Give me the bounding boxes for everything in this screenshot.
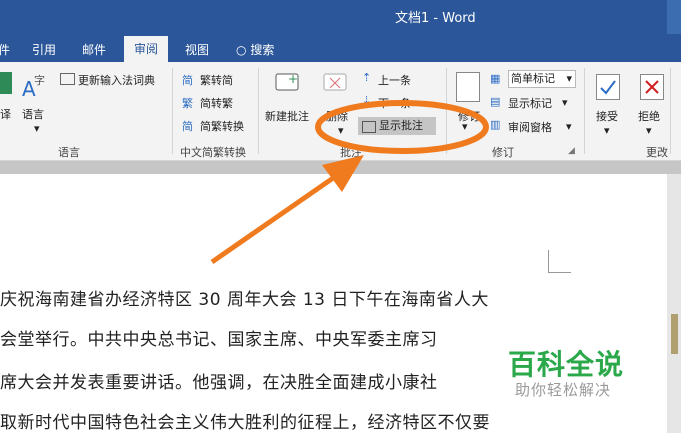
scrollbar-thumb[interactable] [671,314,678,354]
accept-icon [596,74,620,100]
separator [584,68,585,154]
title-bar: 文档1 - Word [0,0,681,34]
show-comments-label: 显示批注 [379,119,423,132]
vertical-scrollbar[interactable] [667,174,681,433]
previous-comment-icon: ⇡ [362,71,372,84]
new-comment-button[interactable]: 新建批注 [265,108,309,124]
track-changes-icon [456,72,480,102]
show-comments-button[interactable]: 显示批注 [358,117,436,135]
display-for-review-icon: ▦ [490,72,501,85]
document-line: 会堂举行。中共中央总书记、国家主席、中央军委主席习 [0,330,438,350]
document-line: 取新时代中国特色社会主义伟大胜利的征程上，经济特区不仅要 [0,413,490,433]
display-for-review-select[interactable]: 简单标记 ▾ [508,70,576,88]
traditional-to-simplified-button[interactable]: 繁转简 [200,72,233,88]
show-markup-icon: ▤ [490,95,501,108]
chinese-conversion-button[interactable]: 简繁转换 [200,118,244,134]
watermark-brand: 百科全说 [508,348,625,381]
simplified-to-traditional-icon: 繁 [182,97,193,110]
window-title: 文档1 - Word [395,11,476,26]
update-ime-dictionary[interactable]: 更新输入法词典 [78,72,155,88]
document-line: 席大会并发表重要讲话。他强调，在决胜全面建成小康社 [0,373,438,393]
document-line: 庆祝海南建省办经济特区 30 周年大会 13 日下午在海南省人大 [0,290,489,310]
margin-corner-mark [548,250,571,273]
show-comments-icon [362,121,376,133]
accept-dropdown-icon[interactable]: ▾ [604,124,610,137]
language-dropdown-icon[interactable]: ▾ [34,122,40,135]
chevron-down-icon: ▾ [566,72,572,85]
tab-review[interactable]: 审阅 [124,36,169,62]
language-icon[interactable]: A字 [20,70,50,101]
lightbulb-icon: ○ [236,43,247,57]
tell-me-search[interactable]: ○ 搜索 [236,41,274,58]
show-markup-button[interactable]: 显示标记 [508,95,552,111]
translate-label[interactable]: 译 [0,106,11,122]
watermark-slogan: 助你轻松解决 [515,381,612,399]
ribbon-tabs: 件 引用 邮件 审阅 视图 ○ 搜索 [0,34,681,62]
reviewing-pane-icon: ▥ [490,118,501,131]
svg-text:字: 字 [34,73,45,87]
next-comment-icon: ⇣ [362,94,372,107]
delete-comment-icon [322,70,352,96]
chinese-group-label: 中文简繁转换 [180,146,246,159]
next-comment-button[interactable]: 下一条 [378,95,411,111]
tracking-group-label: 修订 [492,146,514,159]
tab-file[interactable]: 件 [0,41,10,58]
changes-group-label: 更改 [646,146,668,159]
separator [172,68,173,154]
language-button[interactable]: 语言 [22,106,44,122]
delete-dropdown-icon[interactable]: ▾ [338,124,344,137]
comments-group-label: 批注 [340,146,362,159]
chinese-conversion-icon: 简 [182,120,193,133]
reject-icon [640,74,664,100]
delete-comment-button[interactable]: 删除 [326,108,348,124]
tab-references[interactable]: 引用 [32,41,56,58]
language-group-label: 语言 [58,146,80,159]
separator [670,68,671,154]
dialog-launcher-icon[interactable]: ◢ [568,146,575,156]
reviewing-pane-button[interactable]: 审阅窗格 [508,119,552,135]
tab-mailings[interactable]: 邮件 [82,41,106,58]
reject-button[interactable]: 拒绝 [638,108,660,124]
ime-dictionary-icon [60,73,75,85]
track-changes-button[interactable]: 修订 [458,108,480,124]
svg-text:+: + [288,72,298,86]
translate-icon [0,72,12,94]
tell-me-label: 搜索 [250,43,275,57]
reject-dropdown-icon[interactable]: ▾ [646,124,652,137]
new-comment-icon: + [274,70,304,96]
window-edge [667,0,681,34]
previous-comment-button[interactable]: 上一条 [378,72,411,88]
traditional-to-simplified-icon: 简 [182,74,193,87]
separator [258,68,259,154]
accept-button[interactable]: 接受 [596,108,618,124]
tab-view[interactable]: 视图 [185,41,209,58]
separator [446,68,447,154]
reviewing-pane-dropdown-icon[interactable]: ▾ [566,120,572,133]
show-markup-dropdown-icon[interactable]: ▾ [562,96,568,109]
ribbon: 译 A字 语言 ▾ 更新输入法词典 语言 简 繁转简 繁 简转繁 简 简繁转换 … [0,62,681,161]
display-for-review-value: 简单标记 [511,72,555,85]
ruler-area [0,161,681,174]
simplified-to-traditional-button[interactable]: 简转繁 [200,95,233,111]
